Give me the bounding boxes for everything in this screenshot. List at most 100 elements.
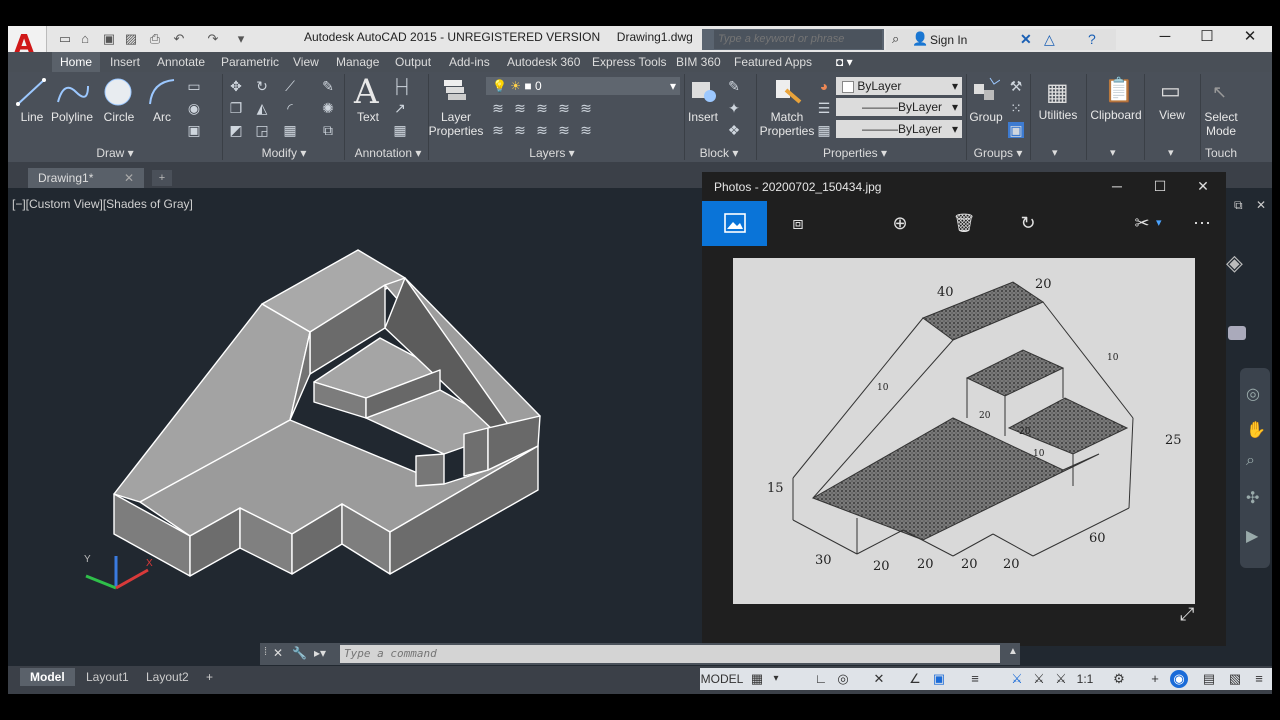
groups-panel-title[interactable]: Groups ▾ bbox=[970, 146, 1026, 160]
clipboard-button[interactable]: Clipboard bbox=[1088, 108, 1144, 122]
explode-icon[interactable]: ✺ bbox=[320, 100, 336, 116]
layer-tool-icon[interactable]: ≋ bbox=[534, 122, 550, 138]
delete-icon[interactable]: 🗑 bbox=[950, 210, 978, 236]
photos-maximize-icon[interactable]: ☐ bbox=[1143, 176, 1177, 196]
erase-icon[interactable]: ✎ bbox=[320, 78, 336, 94]
slideshow-icon[interactable]: ⧈ bbox=[784, 210, 812, 236]
utilities-button[interactable]: Utilities bbox=[1034, 108, 1082, 122]
auto-scale-icon[interactable]: ⚔ bbox=[1030, 670, 1048, 688]
layer-dropdown[interactable]: 💡 ☀ ■ 0 ▾ bbox=[486, 77, 680, 95]
command-input[interactable] bbox=[340, 645, 1000, 663]
polar-icon[interactable]: ◎ bbox=[834, 670, 852, 688]
tab-view[interactable]: View bbox=[293, 52, 319, 72]
block-panel-title[interactable]: Block ▾ bbox=[694, 146, 744, 160]
photos-view-button[interactable] bbox=[702, 201, 767, 246]
annotation-panel-title[interactable]: Annotation ▾ bbox=[348, 146, 428, 160]
search-icon[interactable]: ⌕ bbox=[892, 31, 899, 47]
group-selection-icon[interactable]: ▣ bbox=[1008, 122, 1024, 138]
lineweight-display-icon[interactable]: ≡ bbox=[966, 670, 984, 688]
ortho-icon[interactable]: ∟ bbox=[812, 670, 830, 688]
expand-icon[interactable]: ⤢ bbox=[1180, 604, 1194, 625]
close-viewport-icon[interactable]: ✕ bbox=[1256, 198, 1266, 212]
tab-featured-apps[interactable]: Featured Apps bbox=[734, 52, 812, 72]
zoom-icon[interactable]: ⌕ bbox=[1246, 452, 1255, 470]
match-properties-button[interactable] bbox=[772, 76, 802, 109]
search-input[interactable] bbox=[714, 30, 882, 49]
object-snap-icon[interactable]: ▣ bbox=[930, 670, 948, 688]
create-block-icon[interactable]: ✎ bbox=[726, 78, 742, 94]
isodraft-icon[interactable]: ✕ bbox=[870, 670, 888, 688]
group-button[interactable] bbox=[970, 76, 1001, 109]
rotate-photo-icon[interactable]: ↻ bbox=[1014, 210, 1042, 236]
layer-tool-icon[interactable]: ≋ bbox=[556, 100, 572, 116]
layer-tool-icon[interactable]: ≋ bbox=[490, 100, 506, 116]
maximize-icon[interactable]: ☐ bbox=[1192, 28, 1222, 46]
customize-status-icon[interactable]: ≡ bbox=[1250, 670, 1268, 688]
region-icon[interactable]: ▣ bbox=[186, 122, 202, 138]
mirror-icon[interactable]: ◭ bbox=[254, 100, 270, 116]
view-icon[interactable]: ▭ bbox=[1160, 78, 1181, 104]
workspace-gear-icon[interactable]: ⚙ bbox=[1110, 670, 1128, 688]
tab-add-ins[interactable]: Add-ins bbox=[449, 52, 490, 72]
rotate-icon[interactable]: ↻ bbox=[254, 78, 270, 94]
photos-close-icon[interactable]: ✕ bbox=[1186, 176, 1220, 196]
leader-icon[interactable]: ↗ bbox=[392, 100, 408, 116]
circle-button[interactable] bbox=[102, 76, 136, 111]
rectangle-icon[interactable]: ▭ bbox=[186, 78, 202, 94]
zoom-in-icon[interactable]: ⊕ bbox=[886, 210, 914, 236]
line-button[interactable] bbox=[14, 76, 50, 111]
command-prompt-icon[interactable]: ▸▾ bbox=[314, 646, 326, 660]
tab-layout1[interactable]: Layout1 bbox=[76, 668, 139, 686]
select-mode-icon[interactable]: ↖ bbox=[1212, 82, 1227, 103]
wcs-menu-icon[interactable] bbox=[1228, 326, 1246, 340]
fillet-icon[interactable]: ◜ bbox=[282, 100, 298, 116]
calculator-icon[interactable]: ▦ bbox=[1046, 78, 1069, 107]
grid-icon[interactable]: ▦ bbox=[748, 670, 766, 688]
clean-screen-icon[interactable]: ▤ bbox=[1200, 670, 1218, 688]
add-icon[interactable]: + bbox=[1146, 670, 1164, 688]
edit-create-icon[interactable]: ✂ bbox=[1128, 210, 1156, 236]
linetype-dropdown[interactable]: ———ByLayer ▾ bbox=[836, 98, 962, 116]
steering-wheel-icon[interactable]: ◎ bbox=[1246, 384, 1260, 404]
3d-model-shaded[interactable] bbox=[80, 240, 560, 600]
annotation-scale-icon[interactable]: ⚔ bbox=[1052, 670, 1070, 688]
add-layout-button[interactable]: + bbox=[200, 668, 219, 686]
photos-minimize-icon[interactable]: ─ bbox=[1100, 176, 1134, 196]
customize-qat-icon[interactable]: ▾ bbox=[232, 30, 250, 48]
modify-panel-title[interactable]: Modify ▾ bbox=[254, 146, 314, 160]
stretch-icon[interactable]: ◩ bbox=[228, 122, 244, 138]
hatch-icon[interactable]: ◉ bbox=[186, 100, 202, 116]
object-snap-tracking-icon[interactable]: ∠ bbox=[906, 670, 924, 688]
chevron-down-icon[interactable]: ▾ bbox=[1110, 146, 1116, 159]
viewport-controls-label[interactable]: [−][Custom View][Shades of Gray] bbox=[12, 197, 193, 211]
tab-output[interactable]: Output bbox=[395, 52, 431, 72]
exchange-icon[interactable]: ✕ bbox=[1020, 31, 1032, 48]
save-as-icon[interactable]: ▨ bbox=[122, 30, 140, 48]
chevron-down-icon[interactable]: ▾ bbox=[1156, 216, 1162, 229]
chevron-down-icon[interactable]: ▾ bbox=[1168, 146, 1174, 159]
grip-icon[interactable]: ⁞ bbox=[264, 646, 267, 658]
help-icon[interactable]: ? bbox=[1088, 31, 1096, 47]
model-space-button[interactable]: MODEL bbox=[700, 670, 744, 688]
showmotion-icon[interactable]: ▶ bbox=[1246, 526, 1258, 546]
arc-button[interactable] bbox=[146, 76, 178, 111]
new-icon[interactable]: ▭ bbox=[56, 30, 74, 48]
orbit-icon[interactable]: ✣ bbox=[1246, 488, 1259, 508]
table-icon[interactable]: ▦ bbox=[392, 122, 408, 138]
tab-annotate[interactable]: Annotate bbox=[157, 52, 205, 72]
chevron-down-icon[interactable]: ▾ bbox=[1052, 146, 1058, 159]
dimension-icon[interactable]: ├┤ bbox=[392, 78, 412, 94]
layer-tool-icon[interactable]: ≋ bbox=[490, 122, 506, 138]
text-icon[interactable]: A bbox=[354, 72, 379, 112]
layer-tool-icon[interactable]: ≋ bbox=[512, 100, 528, 116]
draw-panel-title[interactable]: Draw ▾ bbox=[90, 146, 140, 160]
save-icon[interactable]: ▣ bbox=[100, 30, 118, 48]
offset-icon[interactable]: ⧉ bbox=[320, 122, 336, 138]
insert-button[interactable] bbox=[688, 76, 718, 109]
sign-in-link[interactable]: Sign In bbox=[930, 33, 967, 47]
close-icon[interactable]: ✕ bbox=[1235, 28, 1265, 46]
tab-autodesk-360[interactable]: Autodesk 360 bbox=[507, 52, 580, 72]
layer-properties-button[interactable] bbox=[440, 76, 470, 109]
tab-home[interactable]: Home bbox=[52, 52, 101, 72]
annotation-visibility-icon[interactable]: ⚔ bbox=[1008, 670, 1026, 688]
